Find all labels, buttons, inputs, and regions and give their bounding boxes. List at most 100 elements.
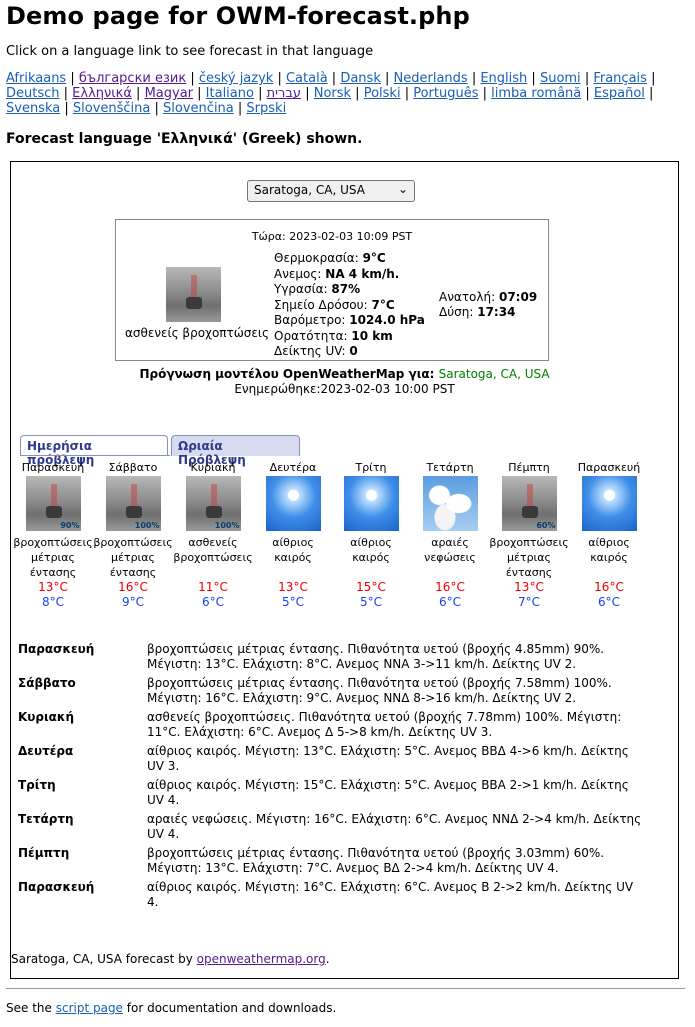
detail-row: Κυριακή ασθενείς βροχοπτώσεις. Πιθανότητα… bbox=[18, 710, 658, 744]
language-link[interactable]: Svenska bbox=[6, 101, 60, 116]
rain-icon bbox=[166, 267, 221, 322]
low-temp: 8°C bbox=[41, 595, 64, 609]
detail-day: Πέμπτη bbox=[18, 846, 70, 860]
separator: | bbox=[66, 71, 79, 86]
day-condition: αίθριος καιρός bbox=[350, 536, 392, 564]
tab-divider bbox=[20, 455, 170, 456]
forecast-location: Saratoga, CA, USA bbox=[438, 367, 550, 381]
language-link[interactable]: Afrikaans bbox=[6, 71, 66, 86]
separator: | bbox=[327, 71, 341, 86]
separator: | bbox=[581, 86, 594, 101]
language-link[interactable]: Magyar bbox=[145, 86, 193, 101]
detail-text: αίθριος καιρός. Μέγιστη: 15°C. Ελάχιστη:… bbox=[147, 778, 629, 807]
current-values: Θερμοκρασία: 9°C Ανεμος: NA 4 km/h. Υγρα… bbox=[274, 251, 425, 360]
current-time: Τώρα: 2023-02-03 10:09 PST bbox=[251, 230, 413, 243]
detail-day: Τρίτη bbox=[18, 778, 56, 792]
language-link[interactable]: limba română bbox=[491, 86, 581, 101]
high-temp: 16°C bbox=[594, 580, 624, 594]
separator: | bbox=[580, 71, 594, 86]
humidity-value: 87% bbox=[331, 282, 361, 296]
separator: | bbox=[60, 101, 73, 116]
language-link[interactable]: עברית bbox=[267, 86, 301, 101]
temperature-row: Θερμοκρασία: 9°C bbox=[274, 251, 386, 265]
separator: | bbox=[233, 101, 247, 116]
separator: | bbox=[467, 71, 481, 86]
clouds-icon bbox=[422, 476, 478, 531]
divider bbox=[6, 988, 685, 989]
day-name: Κυριακή bbox=[190, 461, 236, 474]
forecast-day: Πέμπτη 60% βροχοπτώσεις μέτριας έντασης 13°… bbox=[489, 461, 569, 610]
language-links: Afrikaans | български език | český jazyk… bbox=[6, 71, 686, 116]
high-temp: 16°C bbox=[435, 580, 465, 594]
language-link[interactable]: Norsk bbox=[314, 86, 351, 101]
openweathermap-link[interactable]: openweathermap.org bbox=[197, 952, 326, 966]
uv-row: Δείκτης UV: 0 bbox=[274, 344, 358, 358]
day-condition: αίθριος καιρός bbox=[588, 536, 630, 564]
low-temp: 6°C bbox=[597, 595, 620, 609]
uv-value: 0 bbox=[349, 344, 358, 358]
low-temp: 7°C bbox=[517, 595, 540, 609]
detail-text: αίθριος καιρός. Μέγιστη: 16°C. Ελάχιστη:… bbox=[147, 880, 634, 909]
language-link[interactable]: Slovenščina bbox=[73, 101, 151, 116]
language-link[interactable]: Deutsch bbox=[6, 86, 60, 101]
language-link[interactable]: Italiano bbox=[206, 86, 254, 101]
detail-day: Τετάρτη bbox=[18, 812, 74, 826]
clear-icon bbox=[343, 476, 399, 531]
detail-day: Παρασκευή bbox=[18, 880, 95, 894]
barometer-row: Βαρόμετρο: 1024.0 hPa bbox=[274, 313, 425, 327]
chevron-down-icon: ⌄ bbox=[397, 182, 408, 196]
forecast-day: Σάββατο 100% βροχοπτώσεις μέτριας έντασης 1… bbox=[93, 461, 173, 610]
day-name: Παρασκευή bbox=[577, 461, 641, 474]
language-link[interactable]: English bbox=[480, 71, 527, 86]
detail-row: Παρασκευή βροχοπτώσεις μέτριας έντασης. Π… bbox=[18, 642, 658, 676]
dewpoint-value: 7°C bbox=[371, 297, 395, 312]
wind-value: NA 4 km/h. bbox=[325, 266, 400, 281]
current-condition: ασθενείς βροχοπτώσεις bbox=[124, 326, 270, 340]
location-select[interactable]: Saratoga, CA, USA ⌄ bbox=[247, 180, 415, 202]
language-link[interactable]: Polski bbox=[364, 86, 401, 101]
language-link[interactable]: Suomi bbox=[540, 71, 581, 86]
language-link[interactable]: Català bbox=[286, 71, 328, 86]
separator: | bbox=[131, 86, 145, 101]
tab-hourly-forecast[interactable]: Ωριαία Πρόβλεψη bbox=[171, 435, 300, 467]
rain-icon: 90% bbox=[25, 476, 81, 531]
language-link[interactable]: Srpski bbox=[246, 101, 286, 116]
detail-row: Παρασκευή αίθριος καιρός. Μέγιστη: 16°C. … bbox=[18, 880, 658, 914]
rain-icon: 100% bbox=[185, 476, 241, 531]
high-temp: 13°C bbox=[514, 580, 544, 594]
separator: | bbox=[186, 71, 199, 86]
language-link[interactable]: Dansk bbox=[340, 71, 381, 86]
high-temp: 11°C bbox=[198, 580, 228, 594]
rain-icon: 60% bbox=[501, 476, 557, 531]
separator: | bbox=[478, 86, 492, 101]
language-link[interactable]: Português bbox=[413, 86, 478, 101]
detail-text: βροχοπτώσεις μέτριας έντασης. Πιθανότητα… bbox=[147, 642, 605, 671]
separator: | bbox=[193, 86, 206, 101]
detail-text: αίθριος καιρός. Μέγιστη: 13°C. Ελάχιστη:… bbox=[147, 744, 629, 773]
day-name: Τετάρτη bbox=[426, 461, 474, 474]
current-conditions: Τώρα: 2023-02-03 10:09 PST ασθενείς βροχ… bbox=[115, 219, 549, 361]
detail-day: Κυριακή bbox=[18, 710, 74, 724]
page-title: Demo page for OWM-forecast.php bbox=[6, 2, 470, 30]
language-link[interactable]: Slovenčina bbox=[163, 101, 234, 116]
separator: | bbox=[273, 71, 286, 86]
language-link[interactable]: Ελληνικά bbox=[72, 86, 132, 101]
language-link[interactable]: Español bbox=[594, 86, 645, 101]
forecast-source: Πρόγνωση μοντέλου OpenWeatherMap για: Sa… bbox=[139, 367, 550, 381]
day-name: Δευτέρα bbox=[269, 461, 317, 474]
temperature-value: 9°C bbox=[362, 251, 386, 265]
tab-daily-forecast[interactable]: Ημερήσια πρόβλεψη bbox=[20, 435, 168, 467]
sunset-row: Δύση: 17:34 bbox=[439, 305, 516, 319]
language-link[interactable]: Français bbox=[593, 71, 647, 86]
forecast-details: Παρασκευή βροχοπτώσεις μέτριας έντασης. Π… bbox=[18, 642, 658, 914]
language-link[interactable]: Nederlands bbox=[394, 71, 468, 86]
day-name: Σάββατο bbox=[108, 461, 158, 474]
separator: | bbox=[150, 101, 164, 116]
script-page-link[interactable]: script page bbox=[56, 1001, 123, 1015]
language-shown-heading: Forecast language 'Ελληνικά' (Greek) sho… bbox=[6, 131, 363, 147]
forecast-day: Παρασκευή αίθριος καιρός 16°C 6°C bbox=[569, 461, 649, 610]
language-link[interactable]: български език bbox=[79, 71, 186, 86]
day-condition: βροχοπτώσεις μέτριας έντασης bbox=[489, 536, 569, 579]
detail-row: Τετάρτη αραιές νεφώσεις. Μέγιστη: 16°C. Ε… bbox=[18, 812, 658, 846]
language-link[interactable]: český jazyk bbox=[199, 71, 273, 86]
